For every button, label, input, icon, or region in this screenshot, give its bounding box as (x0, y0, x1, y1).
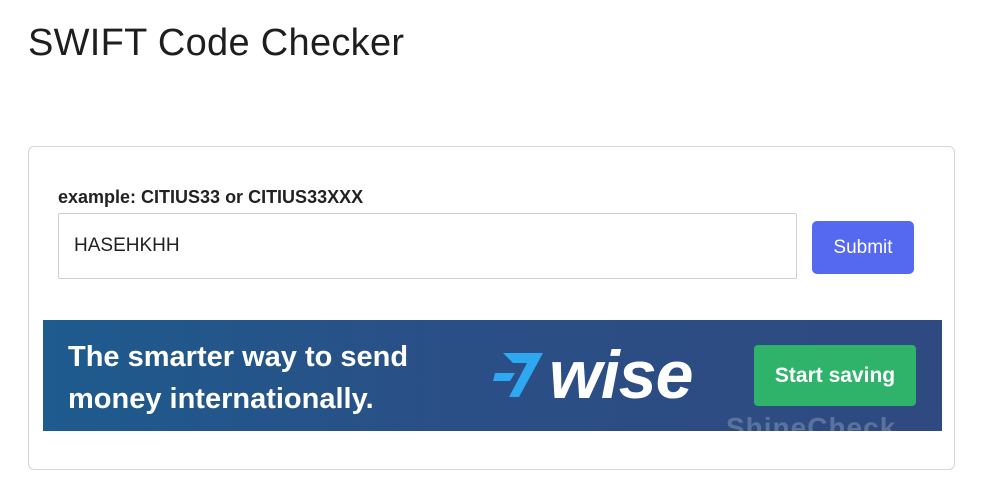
swift-code-label: example: CITIUS33 or CITIUS33XXX (58, 187, 364, 207)
wise-wordmark: wise (549, 337, 693, 413)
wise-ad-banner[interactable]: The smarter way to send money internatio… (43, 320, 942, 431)
watermark: ShineCheck (726, 412, 897, 431)
ad-tagline: The smarter way to send money internatio… (68, 336, 408, 420)
swift-code-input[interactable] (58, 213, 797, 279)
ad-tagline-line2: money internationally. (68, 383, 374, 415)
ad-tagline-line1: The smarter way to send (68, 341, 409, 373)
page-title: SWIFT Code Checker (28, 22, 405, 64)
wise-flag-icon (493, 353, 543, 397)
start-saving-button[interactable]: Start saving (754, 345, 916, 406)
submit-button[interactable]: Submit (812, 221, 914, 274)
swift-checker-card: example: CITIUS33 or CITIUS33XXX Submit … (28, 146, 955, 470)
wise-logo: wise (493, 337, 693, 413)
